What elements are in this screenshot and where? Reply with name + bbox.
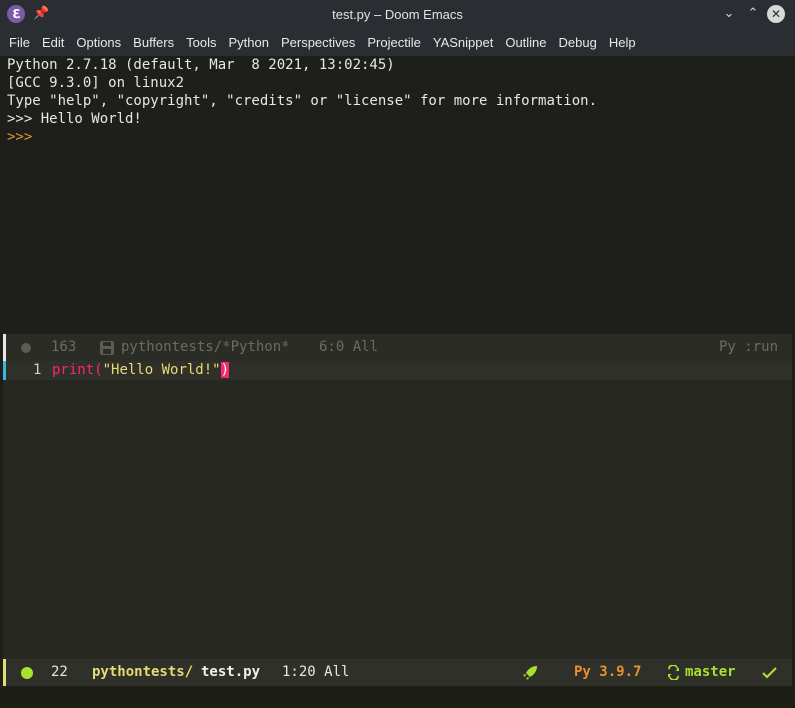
save-icon — [100, 341, 114, 355]
file-directory: pythontests/ — [92, 664, 194, 680]
menu-help[interactable]: Help — [603, 29, 642, 56]
repl-buffer-name: pythontests/*Python* — [121, 339, 290, 355]
buffer-ok-icon — [21, 667, 33, 679]
repl-output-line: Type "help", "copyright", "credits" or "… — [7, 93, 598, 109]
menu-buffers[interactable]: Buffers — [127, 29, 180, 56]
git-branch-icon — [668, 665, 679, 680]
file-cursor-position: 1:20 All — [282, 664, 350, 680]
code-paren-open: ( — [94, 362, 103, 378]
maximize-icon[interactable]: ⌃ — [744, 5, 762, 23]
file-name: test.py — [201, 664, 261, 680]
menu-file[interactable]: File — [3, 29, 36, 56]
close-icon[interactable]: ✕ — [767, 5, 785, 23]
repl-output-line: >>> Hello World! — [7, 111, 142, 127]
menu-yasnippet[interactable]: YASnippet — [427, 29, 499, 56]
repl-output-line: Python 2.7.18 (default, Mar 8 2021, 13:0… — [7, 57, 395, 73]
window-title: test.py – Doom Emacs — [332, 7, 463, 22]
menu-options[interactable]: Options — [70, 29, 127, 56]
menu-outline[interactable]: Outline — [499, 29, 552, 56]
menu-edit[interactable]: Edit — [36, 29, 70, 56]
python-repl-buffer[interactable]: Python 2.7.18 (default, Mar 8 2021, 13:0… — [3, 56, 792, 334]
repl-output-line: [GCC 9.3.0] on linux2 — [7, 75, 185, 91]
minibuffer[interactable] — [3, 686, 792, 708]
menu-perspectives[interactable]: Perspectives — [275, 29, 361, 56]
rocket-icon[interactable] — [522, 665, 538, 681]
code-function: print — [52, 362, 95, 378]
repl-line-count: 163 — [51, 339, 77, 355]
menu-python[interactable]: Python — [222, 29, 274, 56]
code-line[interactable]: print("Hello World!") — [52, 361, 230, 380]
cursor-paren-close: ) — [220, 362, 230, 378]
editor-buffer[interactable]: 1 print("Hello World!") — [3, 361, 792, 659]
menu-tools[interactable]: Tools — [180, 29, 222, 56]
file-line-count: 22 — [51, 664, 68, 680]
menu-bar: File Edit Options Buffers Tools Python P… — [0, 29, 795, 56]
buffer-state-icon — [21, 343, 31, 353]
minimize-icon[interactable]: ⌄ — [720, 5, 738, 23]
repl-cursor-position: 6:0 All — [319, 339, 379, 355]
line-number: 1 — [33, 362, 42, 378]
checkmark-icon — [762, 667, 777, 679]
menu-projectile[interactable]: Projectile — [361, 29, 426, 56]
code-string: "Hello World!" — [102, 362, 221, 378]
file-modeline: 22 pythontests/ test.py 1:20 All Py 3.9.… — [3, 659, 792, 686]
git-branch[interactable]: master — [685, 659, 736, 686]
title-bar: ℇ 📌 test.py – Doom Emacs ⌄ ⌃ ✕ — [0, 0, 795, 29]
python-version[interactable]: Py 3.9.7 — [574, 659, 641, 686]
menu-debug[interactable]: Debug — [553, 29, 603, 56]
repl-prompt[interactable]: >>> — [7, 128, 32, 146]
repl-major-mode[interactable]: Py :run — [719, 334, 778, 361]
repl-modeline: 163 pythontests/*Python* 6:0 All Py :run — [3, 334, 792, 361]
line-change-marker — [3, 361, 6, 380]
